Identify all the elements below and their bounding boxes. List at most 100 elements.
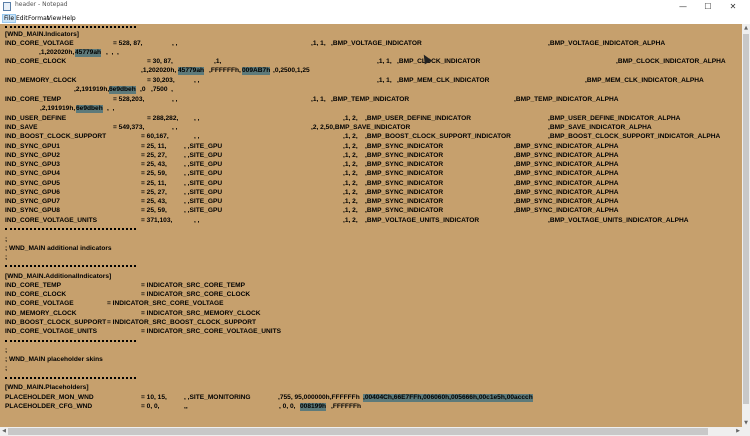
line-value: ,1, 2, — [343, 180, 358, 187]
highlight: 009AB7h — [242, 67, 271, 75]
line-value: ,BMP_SYNC_INDICATOR — [365, 198, 444, 205]
line-value: ,BMP_USER_DEFINE_INDICATOR — [365, 115, 472, 122]
menu-format[interactable]: Format — [28, 15, 49, 22]
line-value: = 25, 11, — [141, 180, 167, 187]
line-value: ,BMP_TEMP_INDICATOR_ALPHA — [514, 96, 619, 103]
line-value: ,BMP_SYNC_INDICATOR — [365, 189, 444, 196]
line-value: = 25, 27, — [141, 189, 167, 196]
line-value: ,BMP_SYNC_INDICATOR_ALPHA — [514, 180, 619, 187]
window-title: header - Notepad — [15, 1, 68, 8]
scroll-left-icon[interactable]: ◀ — [0, 427, 8, 436]
line-value: = 25, 59, — [141, 170, 167, 177]
vertical-scroll-thumb[interactable] — [743, 34, 749, 404]
line-value: ,BMP_SYNC_INDICATOR_ALPHA — [514, 198, 619, 205]
line-value: , ,SITE_GPU — [184, 143, 223, 150]
line-key: IND_MEMORY_CLOCK — [5, 310, 77, 317]
scroll-right-icon[interactable]: ▶ — [734, 427, 742, 436]
line-value: , , — [172, 40, 178, 47]
horizontal-scroll-thumb[interactable] — [8, 428, 708, 435]
line-value: ,, — [184, 403, 188, 410]
line-value: ,BMP_USER_DEFINE_INDICATOR_ALPHA — [548, 115, 681, 122]
line-value: ,BMP_SYNC_INDICATOR_ALPHA — [514, 170, 619, 177]
line-value: ,1, 1, — [311, 96, 326, 103]
line-value: ,BMP_SYNC_INDICATOR_ALPHA — [514, 143, 619, 150]
separator — [5, 26, 136, 29]
scroll-down-icon[interactable]: ▼ — [742, 419, 750, 427]
line-key: IND_SYNC_GPU4 — [5, 170, 60, 177]
notepad-icon[interactable] — [3, 2, 11, 11]
menu-file[interactable]: File — [1, 14, 17, 23]
menu-edit[interactable]: Edit — [16, 15, 28, 22]
line-value: , , — [107, 105, 115, 112]
line-value: , ,SITE_GPU — [184, 180, 223, 187]
line-key: IND_SYNC_GPU2 — [5, 152, 60, 159]
line-value: ,BMP_SYNC_INDICATOR — [365, 161, 444, 168]
line-key: IND_BOOST_CLOCK_SUPPORT — [5, 319, 107, 326]
line-value: ,BMP_SYNC_INDICATOR_ALPHA — [514, 189, 619, 196]
line-key: IND_BOOST_CLOCK_SUPPORT — [5, 133, 107, 140]
line-value: ,1, — [214, 58, 222, 65]
line-value: ,FFFFFFh — [331, 403, 362, 410]
menu-help[interactable]: Help — [62, 15, 76, 22]
line-value: ,1, 2, — [343, 198, 358, 205]
line-value: ,1, 2, — [343, 189, 358, 196]
line-key: IND_CORE_VOLTAGE — [5, 40, 74, 47]
line-value: = 25, 27, — [141, 152, 167, 159]
comment: ; WND_MAIN placeholder skins — [5, 356, 103, 363]
line-key: IND_SYNC_GPU1 — [5, 143, 60, 150]
line-value: = 549,373, — [113, 124, 145, 131]
section-header: [WND_MAIN.Placeholders] — [5, 384, 89, 391]
highlight: ,00404Ch,66E7FFh,006060h,005666h,00c1e5h… — [363, 394, 533, 402]
highlight: 6e9dbeh — [109, 86, 136, 94]
separator — [5, 228, 136, 231]
line-value: ,BMP_CLOCK_INDICATOR_ALPHA — [616, 58, 726, 65]
close-button[interactable]: ✕ — [722, 0, 744, 13]
line-value: ,BMP_MEM_CLK_INDICATOR — [397, 77, 490, 84]
line-value: , ,SITE_GPU — [184, 189, 223, 196]
line-value: , ,SITE_GPU — [184, 170, 223, 177]
text-editor[interactable]: [WND_MAIN.Indicators] IND_CORE_VOLTAGE =… — [0, 24, 742, 427]
line-value: ,BMP_VOLTAGE_UNITS_INDICATOR_ALPHA — [548, 217, 689, 224]
line-value: ,BMP_SYNC_INDICATOR_ALPHA — [514, 152, 619, 159]
line-value: ,BMP_BOOST_CLOCK_SUPPORT_INDICATOR — [365, 133, 511, 140]
line-key: PLACEHOLDER_MON_WND — [5, 394, 94, 401]
line-value: , , — [194, 115, 200, 122]
line-value: = 0, 0, — [141, 403, 160, 410]
separator — [5, 340, 136, 343]
line-value: , , — [194, 217, 200, 224]
minimize-button[interactable]: — — [672, 0, 694, 13]
vertical-scrollbar[interactable]: ▲ ▼ — [742, 24, 750, 427]
line-value: , , , — [106, 49, 119, 56]
line-value: ,BMP_CLOCK_INDICATOR — [397, 58, 481, 65]
line-value: ,2,191919h, — [74, 86, 110, 93]
line-value: = 25, 59, — [141, 207, 167, 214]
highlight: 6e9dbeh — [76, 105, 103, 113]
line-value: ,BMP_SAVE_INDICATOR_ALPHA — [548, 124, 652, 131]
line-value: ,1, 2, — [343, 152, 358, 159]
line-key: IND_SAVE — [5, 124, 38, 131]
line-value: ,755, 95,000000h,FFFFFFh — [278, 394, 360, 401]
horizontal-scrollbar[interactable]: ◀ ▶ — [0, 427, 742, 436]
line-value: , , — [172, 96, 178, 103]
title-bar[interactable]: header - Notepad — ☐ ✕ — [0, 0, 750, 14]
line-value: = INDICATOR_SRC_MEMORY_CLOCK — [141, 310, 261, 317]
line-value: = INDICATOR_SRC_CORE_VOLTAGE — [107, 300, 224, 307]
line-value: ,1, 2, — [343, 115, 358, 122]
resize-grip[interactable] — [742, 427, 750, 436]
menu-view[interactable]: View — [47, 15, 61, 22]
line-value: ,0,2500,1,25 — [273, 67, 310, 74]
menu-bar: File Edit Format View Help — [0, 14, 750, 24]
line-key: IND_CORE_CLOCK — [5, 58, 67, 65]
line-value: ,1, 2, — [343, 207, 358, 214]
line-value: = 10, 15, — [141, 394, 167, 401]
line-value: ,1, 2, — [343, 170, 358, 177]
maximize-button[interactable]: ☐ — [697, 0, 719, 13]
scroll-up-icon[interactable]: ▲ — [742, 24, 750, 32]
line-key: IND_SYNC_GPU6 — [5, 189, 60, 196]
line-value: ,1, 1, — [377, 58, 392, 65]
line-value: = 25, 11, — [141, 143, 167, 150]
line-value: ,1, 2, — [343, 217, 358, 224]
line-value: ,0 ,7500 , — [140, 86, 173, 93]
line-value: ,BMP_TEMP_INDICATOR — [331, 96, 410, 103]
line-value: ,BMP_SYNC_INDICATOR — [365, 170, 444, 177]
